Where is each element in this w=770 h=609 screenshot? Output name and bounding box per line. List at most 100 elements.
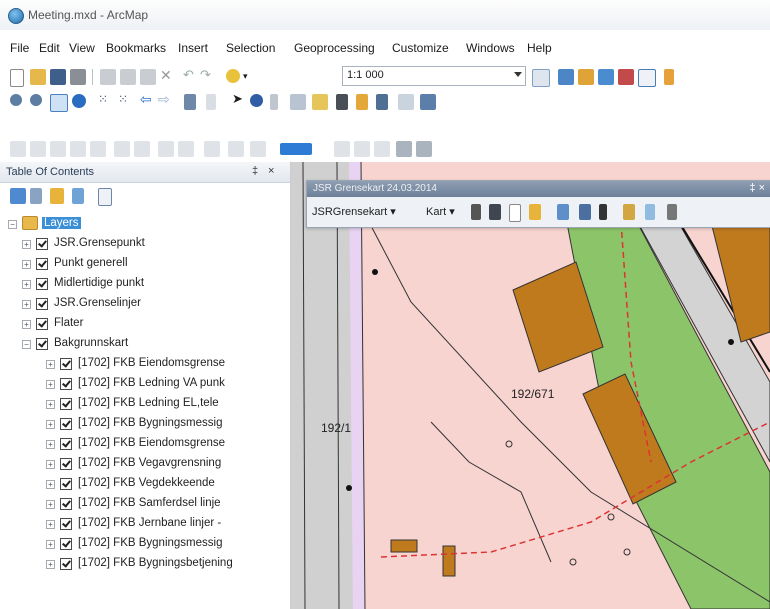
- layer-item[interactable]: + Midlertidige punkt: [0, 274, 290, 294]
- sublayer-item[interactable]: + [1702] FKB Vegavgrensning: [0, 454, 290, 474]
- sublayer-item[interactable]: + [1702] FKB Bygningsmessig: [0, 414, 290, 434]
- visibility-checkbox[interactable]: [36, 278, 48, 290]
- fixed-zoom-in-icon[interactable]: ⁙: [98, 92, 114, 108]
- zoom-in-icon[interactable]: [10, 94, 22, 106]
- kart-menu-button[interactable]: Kart ▾: [423, 203, 458, 221]
- visibility-checkbox[interactable]: [36, 318, 48, 330]
- menu-customize[interactable]: Customize: [392, 41, 449, 55]
- collapse-icon[interactable]: −: [22, 340, 31, 349]
- rectangle-icon[interactable]: [509, 204, 521, 222]
- map-scale-combobox[interactable]: 1:1 000: [342, 66, 526, 86]
- search-window-icon[interactable]: [598, 69, 614, 85]
- layout-tool-icon[interactable]: [334, 141, 350, 157]
- layout-tool-icon[interactable]: [416, 141, 432, 157]
- sublayer-item[interactable]: + [1702] FKB Eiendomsgrense: [0, 354, 290, 374]
- layer-item[interactable]: + JSR.Grensepunkt: [0, 234, 290, 254]
- sublayer-item[interactable]: + [1702] FKB Eiendomsgrense: [0, 434, 290, 454]
- visibility-checkbox[interactable]: [60, 378, 72, 390]
- map-canvas[interactable]: 192/671 192/1: [291, 162, 770, 609]
- pin-icon[interactable]: ‡: [252, 165, 258, 177]
- sublayer-label[interactable]: [1702] FKB Bygningsmessig: [78, 537, 222, 549]
- jsrgrensekart-menu-button[interactable]: JSRGrensekart ▾: [309, 203, 399, 221]
- html-popup-icon[interactable]: [290, 94, 306, 110]
- layer-item[interactable]: + JSR.Grenselinjer: [0, 294, 290, 314]
- tool-icon[interactable]: [471, 204, 481, 220]
- menu-bookmarks[interactable]: Bookmarks: [106, 41, 166, 55]
- measure-icon[interactable]: [312, 94, 328, 110]
- layout-tool-icon[interactable]: [158, 141, 174, 157]
- visibility-checkbox[interactable]: [60, 538, 72, 550]
- sublayer-item[interactable]: + [1702] FKB Jernbane linjer -: [0, 514, 290, 534]
- expand-icon[interactable]: +: [22, 300, 31, 309]
- menu-windows[interactable]: Windows: [466, 41, 515, 55]
- zoom-layer-icon[interactable]: [557, 204, 569, 220]
- visibility-checkbox[interactable]: [60, 518, 72, 530]
- new-document-icon[interactable]: [10, 69, 24, 87]
- sublayer-label[interactable]: [1702] FKB Vegavgrensning: [78, 457, 221, 469]
- menu-view[interactable]: View: [69, 41, 95, 55]
- expand-icon[interactable]: +: [46, 420, 55, 429]
- survey-point[interactable]: [346, 485, 352, 491]
- expand-icon[interactable]: +: [46, 520, 55, 529]
- menu-selection[interactable]: Selection: [226, 41, 275, 55]
- visibility-checkbox[interactable]: [60, 478, 72, 490]
- expand-icon[interactable]: +: [46, 380, 55, 389]
- options-icon[interactable]: [98, 188, 112, 206]
- visibility-checkbox[interactable]: [60, 438, 72, 450]
- expand-icon[interactable]: +: [46, 460, 55, 469]
- find-binoculars-icon[interactable]: [336, 94, 348, 110]
- visibility-checkbox[interactable]: [60, 498, 72, 510]
- full-extent-icon[interactable]: [72, 94, 86, 108]
- layout-tool-icon[interactable]: [228, 141, 244, 157]
- sublayer-label[interactable]: [1702] FKB Samferdsel linje: [78, 497, 221, 509]
- expand-icon[interactable]: +: [22, 280, 31, 289]
- layout-tool-icon[interactable]: [30, 141, 46, 157]
- paste-icon[interactable]: [140, 69, 156, 85]
- visibility-checkbox[interactable]: [60, 558, 72, 570]
- menu-geoprocessing[interactable]: Geoprocessing: [294, 41, 375, 55]
- layout-tool-icon[interactable]: [374, 141, 390, 157]
- construct-icon[interactable]: [623, 204, 635, 220]
- menu-file[interactable]: File: [10, 41, 29, 55]
- folder-icon[interactable]: [529, 204, 541, 220]
- layout-tool-icon[interactable]: [134, 141, 150, 157]
- list-by-selection-icon[interactable]: [72, 188, 84, 204]
- layers-label[interactable]: Layers: [42, 217, 81, 229]
- model-builder-icon[interactable]: [664, 69, 674, 85]
- sublayer-label[interactable]: [1702] FKB Jernbane linjer -: [78, 517, 221, 529]
- python-window-icon[interactable]: [638, 69, 656, 87]
- delete-icon[interactable]: ✕: [160, 67, 176, 83]
- cut-icon[interactable]: [100, 69, 116, 85]
- go-to-xy-icon[interactable]: [376, 94, 388, 110]
- fill-color-swatch[interactable]: [280, 143, 312, 155]
- sublayer-item[interactable]: + [1702] FKB Bygningsmessig: [0, 534, 290, 554]
- sublayer-label[interactable]: [1702] FKB Bygningsmessig: [78, 417, 222, 429]
- editor-toolbar-icon[interactable]: [532, 69, 550, 87]
- clear-selection-icon[interactable]: [206, 94, 216, 110]
- identify-icon[interactable]: [579, 204, 591, 220]
- pin-point-icon[interactable]: [599, 204, 607, 220]
- layout-tool-icon[interactable]: [354, 141, 370, 157]
- expand-icon[interactable]: +: [46, 400, 55, 409]
- sublayer-item[interactable]: + [1702] FKB Ledning EL,tele: [0, 394, 290, 414]
- add-data-icon[interactable]: [226, 69, 240, 83]
- redo-icon[interactable]: ↷: [200, 67, 216, 83]
- save-icon[interactable]: [50, 69, 66, 85]
- sublayer-label[interactable]: [1702] FKB Bygningsbetjening: [78, 557, 233, 569]
- visibility-checkbox[interactable]: [36, 258, 48, 270]
- expand-icon[interactable]: +: [46, 540, 55, 549]
- survey-point[interactable]: [372, 269, 378, 275]
- survey-point[interactable]: [623, 548, 631, 556]
- find-route-icon[interactable]: [356, 94, 368, 110]
- survey-point[interactable]: [607, 513, 615, 521]
- list-by-visibility-icon[interactable]: [50, 188, 64, 204]
- layer-label[interactable]: JSR.Grensepunkt: [54, 237, 145, 249]
- layout-tool-icon[interactable]: [250, 141, 266, 157]
- sublayer-item[interactable]: + [1702] FKB Samferdsel linje: [0, 494, 290, 514]
- layout-tool-icon[interactable]: [90, 141, 106, 157]
- sublayer-label[interactable]: [1702] FKB Vegdekkeende: [78, 477, 215, 489]
- layout-tool-icon[interactable]: [114, 141, 130, 157]
- layout-tool-icon[interactable]: [396, 141, 412, 157]
- layout-tool-icon[interactable]: [70, 141, 86, 157]
- expand-icon[interactable]: +: [22, 320, 31, 329]
